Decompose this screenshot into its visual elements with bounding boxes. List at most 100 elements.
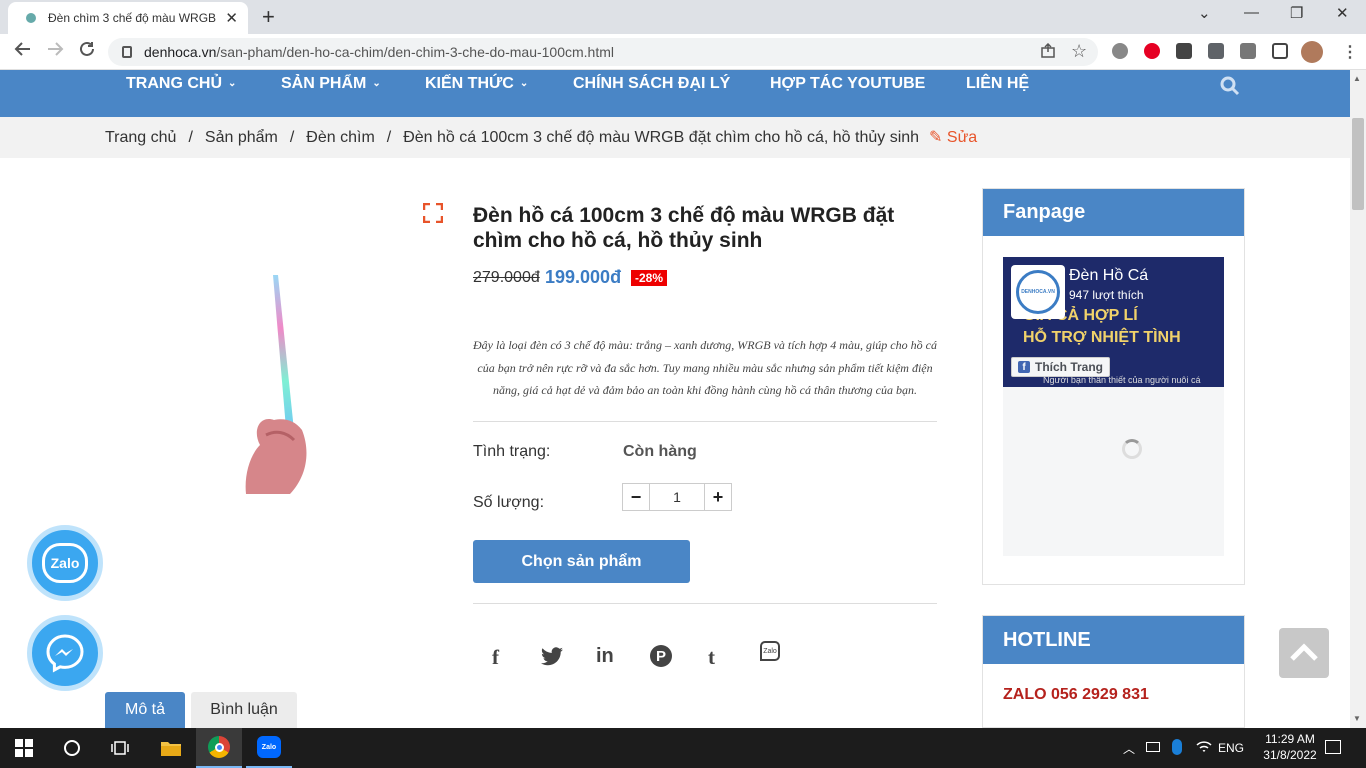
pinterest-extension-icon[interactable] (1144, 43, 1160, 59)
system-clock[interactable]: 11:29 AM 31/8/2022 (1258, 731, 1322, 763)
fullscreen-icon[interactable] (422, 202, 444, 224)
maximize-button[interactable]: ❐ (1290, 4, 1303, 22)
extensions-puzzle-icon[interactable] (1208, 43, 1224, 59)
old-price: 279.000đ (473, 269, 540, 286)
nav-item-products[interactable]: SẢN PHẨM ⌄ (281, 75, 381, 93)
bookmark-star-icon[interactable]: ☆ (1071, 41, 1087, 62)
show-hidden-icons-icon[interactable]: ︿ (1123, 740, 1135, 757)
close-window-button[interactable]: ✕ (1336, 4, 1349, 22)
loading-spinner-icon (1122, 439, 1142, 459)
address-bar[interactable]: denhoca.vn/san-pham/den-ho-ca-chim/den-c… (108, 38, 1098, 66)
status-label: Tình trạng: (473, 443, 551, 460)
browser-tab[interactable]: Đèn chìm 3 chế độ màu WRGB k ✕ (8, 2, 248, 34)
zalo-icon: Zalo (42, 543, 88, 583)
extension-gear-icon[interactable] (1112, 43, 1128, 59)
battery-icon[interactable] (1146, 742, 1160, 752)
nav-item-dealer-policy[interactable]: CHÍNH SÁCH ĐẠI LÝ (573, 75, 730, 93)
facebook-page-card[interactable]: GIÁ CẢ HỢP LÍ HỖ TRỢ NHIỆT TÌNH DENHOCA.… (1003, 257, 1224, 387)
messenger-chat-button[interactable] (27, 615, 103, 691)
mail-extension-icon[interactable] (1176, 43, 1192, 59)
notifications-icon[interactable] (1325, 740, 1341, 754)
breadcrumb-products[interactable]: Sản phẩm (205, 129, 278, 146)
breadcrumb-current: Đèn hồ cá 100cm 3 chế độ màu WRGB đặt ch… (403, 129, 920, 146)
quantity-stepper: − 1 + (622, 483, 732, 511)
task-view-icon[interactable] (96, 728, 144, 768)
chevron-up-icon (1290, 643, 1318, 661)
reading-list-icon[interactable] (1240, 43, 1256, 59)
fb-page-name[interactable]: Đèn Hồ Cá (1069, 267, 1148, 285)
facebook-icon: f (1018, 361, 1030, 373)
bluetooth-icon[interactable] (1172, 739, 1182, 755)
share-facebook-icon[interactable]: f (492, 645, 499, 670)
chrome-taskbar-icon[interactable] (196, 728, 242, 768)
nav-item-youtube[interactable]: HỢP TÁC YOUTUBE (770, 75, 925, 93)
choose-product-button[interactable]: Chọn sản phẩm (473, 540, 690, 583)
wifi-icon[interactable] (1196, 740, 1212, 759)
breadcrumb-category[interactable]: Đèn chìm (306, 129, 374, 146)
fb-page-logo: DENHOCA.VN (1011, 265, 1065, 319)
hotline-number[interactable]: ZALO 056 2929 831 (1003, 686, 1149, 704)
fb-banner-sub: Người bạn thân thiết của người nuôi cá (1043, 375, 1201, 385)
forward-icon[interactable] (46, 40, 64, 63)
nav-item-contact[interactable]: LIÊN HỆ (966, 75, 1029, 93)
chevron-down-icon: ⌄ (372, 78, 381, 89)
divider (473, 603, 937, 604)
new-tab-button[interactable]: + (262, 4, 275, 30)
edit-link[interactable]: ✎ Sửa (929, 129, 977, 146)
quantity-label: Số lượng: (473, 494, 545, 511)
nav-item-knowledge[interactable]: KIẾN THỨC ⌄ (425, 75, 528, 93)
fb-like-count: 947 lượt thích (1069, 288, 1144, 302)
tab-description[interactable]: Mô tả (105, 692, 185, 728)
tab-title: Đèn chìm 3 chế độ màu WRGB k (48, 11, 218, 25)
share-zalo-icon[interactable]: Zalo (760, 641, 780, 661)
quantity-decrease-button[interactable]: − (623, 487, 649, 508)
file-explorer-icon[interactable] (148, 728, 194, 768)
clock-date: 31/8/2022 (1263, 748, 1317, 762)
breadcrumb: Trang chủ / Sản phẩm / Đèn chìm / Đèn hồ cá 10… (105, 129, 978, 146)
tab-close-icon[interactable]: ✕ (225, 9, 238, 27)
input-language[interactable]: ENG (1218, 741, 1244, 755)
profile-avatar[interactable] (1301, 41, 1323, 63)
cortana-search-icon[interactable] (48, 728, 96, 768)
share-page-icon[interactable] (1040, 42, 1056, 64)
product-description: Đây là loại đèn có 3 chế độ màu: trắng –… (473, 338, 937, 397)
edit-icon: ✎ (929, 129, 943, 146)
share-tumblr-icon[interactable]: t (708, 645, 715, 670)
back-to-top-button[interactable] (1279, 628, 1329, 678)
site-favicon-icon (26, 13, 36, 23)
nav-item-home[interactable]: TRANG CHỦ ⌄ (126, 75, 236, 93)
share-pinterest-icon[interactable]: P (650, 645, 672, 667)
reload-icon[interactable] (78, 40, 96, 63)
scroll-up-arrow-icon[interactable]: ▲ (1353, 74, 1361, 83)
zalo-taskbar-icon[interactable]: Zalo (246, 728, 292, 768)
chevron-down-icon: ⌄ (519, 78, 529, 89)
stock-status: Còn hàng (623, 443, 697, 460)
search-icon[interactable] (1220, 76, 1240, 96)
product-image[interactable] (230, 270, 320, 500)
back-icon[interactable] (14, 40, 32, 63)
discount-badge: -28% (631, 270, 668, 286)
divider (473, 421, 937, 422)
messenger-icon (46, 634, 84, 673)
side-panel-icon[interactable] (1272, 43, 1288, 59)
fanpage-header: Fanpage (983, 189, 1244, 236)
scrollbar-thumb[interactable] (1352, 118, 1364, 210)
lock-icon (122, 46, 132, 58)
tab-search-icon[interactable]: ⌄ (1198, 4, 1211, 22)
scroll-down-arrow-icon[interactable]: ▼ (1353, 714, 1361, 723)
share-twitter-icon[interactable] (540, 647, 564, 672)
tab-comments[interactable]: Bình luận (191, 692, 297, 728)
zalo-chat-button[interactable]: Zalo (27, 525, 103, 601)
breadcrumb-home[interactable]: Trang chủ (105, 129, 176, 146)
sale-price: 199.000đ (545, 267, 622, 287)
product-title: Đèn hồ cá 100cm 3 chế độ màu WRGB đặt ch… (473, 204, 895, 252)
minimize-button[interactable]: — (1244, 4, 1259, 21)
share-linkedin-icon[interactable]: in (596, 645, 614, 668)
quantity-input[interactable]: 1 (649, 484, 705, 510)
fb-like-page-button[interactable]: f Thích Trang (1011, 357, 1111, 377)
quantity-increase-button[interactable]: + (705, 487, 731, 508)
browser-menu-icon[interactable]: ⋮ (1342, 42, 1358, 62)
hotline-header: HOTLINE (983, 616, 1244, 664)
windows-start-icon[interactable] (0, 728, 48, 768)
clock-time: 11:29 AM (1265, 732, 1315, 746)
